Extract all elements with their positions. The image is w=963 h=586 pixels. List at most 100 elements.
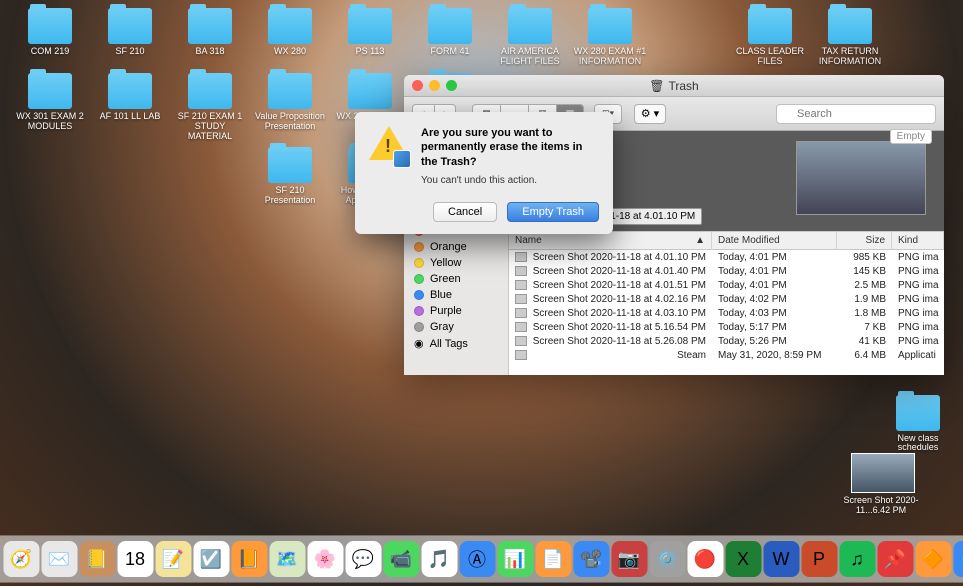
file-row[interactable]: Screen Shot 2020-11-18 at 4.01.51 PMToda… xyxy=(509,278,944,292)
dock-safari[interactable]: 🧭 xyxy=(3,541,39,577)
thumbnail-image xyxy=(851,453,915,493)
desktop-folder[interactable]: WX 301 EXAM 2 MODULES xyxy=(10,73,90,142)
file-row[interactable]: Screen Shot 2020-11-18 at 4.03.10 PMToda… xyxy=(509,306,944,320)
desktop-folder[interactable]: SF 210 Presentation xyxy=(250,147,330,206)
desktop-folder[interactable]: BA 318 xyxy=(170,8,250,67)
dock-numbers[interactable]: 📊 xyxy=(497,541,533,577)
desktop-folder[interactable]: SF 210 xyxy=(90,8,170,67)
finder-titlebar[interactable]: 🗑 Trash xyxy=(404,75,944,97)
action-menu-button[interactable]: ⚙ ▾ xyxy=(634,104,666,124)
dock-ibooks[interactable]: 📙 xyxy=(231,541,267,577)
desktop-folder[interactable]: SF 210 EXAM 1 STUDY MATERIAL xyxy=(170,73,250,142)
file-row[interactable]: SteamMay 31, 2020, 8:59 PM6.4 MBApplicat… xyxy=(509,348,944,362)
desktop-folder[interactable]: WX 280 EXAM #1 INFORMATION xyxy=(570,8,650,67)
itunes-icon: 🎵 xyxy=(428,549,450,570)
desktop-folder[interactable]: COM 219 xyxy=(10,8,90,67)
desktop-folder[interactable]: CLASS LEADER FILES xyxy=(730,8,810,67)
column-header-kind[interactable]: Kind xyxy=(892,232,944,249)
dock-photos[interactable]: 🌸 xyxy=(307,541,343,577)
dock-notes[interactable]: 📝 xyxy=(155,541,191,577)
dock-itunes[interactable]: 🎵 xyxy=(421,541,457,577)
empty-trash-toolbar-button[interactable]: Empty xyxy=(890,129,932,144)
safari-icon: 🧭 xyxy=(10,549,32,570)
sidebar-tag-yellow[interactable]: Yellow xyxy=(404,255,508,271)
dock-app1[interactable]: 📌 xyxy=(877,541,913,577)
file-row[interactable]: Screen Shot 2020-11-18 at 5.26.08 PMToda… xyxy=(509,334,944,348)
empty-trash-button[interactable]: Empty Trash xyxy=(507,202,599,222)
dock-photobooth[interactable]: 📷 xyxy=(611,541,647,577)
folder-label: COM 219 xyxy=(31,47,70,57)
dock-pages[interactable]: 📄 xyxy=(535,541,571,577)
app2-icon: 🔶 xyxy=(922,549,944,570)
file-row[interactable]: Screen Shot 2020-11-18 at 5.16.54 PMToda… xyxy=(509,320,944,334)
file-kind: PNG ima xyxy=(892,320,944,334)
sidebar-tag-orange[interactable]: Orange xyxy=(404,239,508,255)
desktop-folder[interactable]: New class schedules xyxy=(878,395,958,454)
sidebar-tag-green[interactable]: Green xyxy=(404,271,508,287)
dock-excel[interactable]: X xyxy=(725,541,761,577)
desktop-folder[interactable]: Value Proposition Presentation xyxy=(250,73,330,142)
column-header-size[interactable]: Size xyxy=(837,232,892,249)
file-size: 41 KB xyxy=(837,334,892,348)
folder-icon xyxy=(896,395,940,431)
reminders-icon: ☑️ xyxy=(200,549,222,570)
sort-indicator-icon: ▲ xyxy=(695,235,705,246)
sidebar-tag-blue[interactable]: Blue xyxy=(404,287,508,303)
cancel-button[interactable]: Cancel xyxy=(433,202,497,222)
column-header-name[interactable]: Name▲ xyxy=(509,232,712,249)
folder-icon xyxy=(508,8,552,44)
file-size: 2.5 MB xyxy=(837,278,892,292)
dock-app3[interactable]: 🔷 xyxy=(953,541,963,577)
notes-icon: 📝 xyxy=(162,549,184,570)
sidebar-tag-purple[interactable]: Purple xyxy=(404,303,508,319)
file-row[interactable]: Screen Shot 2020-11-18 at 4.01.40 PMToda… xyxy=(509,264,944,278)
file-name: Screen Shot 2020-11-18 at 5.26.08 PM xyxy=(533,336,706,347)
dock-appstore[interactable]: Ⓐ xyxy=(459,541,495,577)
dock-launchpad[interactable]: 🚀 xyxy=(0,541,1,577)
keynote-icon: 📽️ xyxy=(580,549,602,570)
dock-chrome[interactable]: 🔴 xyxy=(687,541,723,577)
desktop-folder[interactable]: TAX RETURN INFORMATION xyxy=(810,8,890,67)
dock-powerpoint[interactable]: P xyxy=(801,541,837,577)
dock-spotify[interactable]: ♫ xyxy=(839,541,875,577)
dock-messages[interactable]: 💬 xyxy=(345,541,381,577)
file-row[interactable]: Screen Shot 2020-11-18 at 4.01.10 PMToda… xyxy=(509,250,944,264)
file-name: Steam xyxy=(677,350,706,361)
file-date: Today, 4:01 PM xyxy=(712,250,837,264)
dock-keynote[interactable]: 📽️ xyxy=(573,541,609,577)
dock-mail[interactable]: ✉️ xyxy=(41,541,77,577)
file-row[interactable]: Screen Shot 2020-11-18 at 4.02.16 PMToda… xyxy=(509,292,944,306)
desktop-folder[interactable]: FORM 41 xyxy=(410,8,490,67)
file-size: 6.4 MB xyxy=(837,348,892,362)
file-date: Today, 4:03 PM xyxy=(712,306,837,320)
dock-reminders[interactable]: ☑️ xyxy=(193,541,229,577)
window-title: Trash xyxy=(669,79,699,93)
photos-icon: 🌸 xyxy=(314,549,336,570)
dock-app2[interactable]: 🔶 xyxy=(915,541,951,577)
sidebar-tag-gray[interactable]: Gray xyxy=(404,319,508,335)
zoom-button[interactable] xyxy=(446,80,457,91)
folder-icon xyxy=(28,73,72,109)
file-size: 145 KB xyxy=(837,264,892,278)
dock-facetime[interactable]: 📹 xyxy=(383,541,419,577)
folder-label: SF 210 EXAM 1 STUDY MATERIAL xyxy=(172,112,248,142)
dock-maps[interactable]: 🗺️ xyxy=(269,541,305,577)
folder-icon xyxy=(268,8,312,44)
desktop[interactable]: COM 219 SF 210BA 318WX 280PS 113FORM 41AI… xyxy=(0,0,963,586)
dock-contacts[interactable]: 📒 xyxy=(79,541,115,577)
sidebar-item-all-tags[interactable]: ◉ All Tags xyxy=(404,335,508,352)
column-header-date[interactable]: Date Modified xyxy=(712,232,837,249)
dock-preferences[interactable]: ⚙️ xyxy=(649,541,685,577)
desktop-folder[interactable]: PS 113 xyxy=(330,8,410,67)
minimize-button[interactable] xyxy=(429,80,440,91)
desktop-folder[interactable]: WX 280 xyxy=(250,8,330,67)
file-kind: PNG ima xyxy=(892,334,944,348)
close-button[interactable] xyxy=(412,80,423,91)
desktop-folder[interactable]: AIR AMERICA FLIGHT FILES xyxy=(490,8,570,67)
dock-calendar[interactable]: 18 xyxy=(117,541,153,577)
desktop-folder[interactable]: AF 101 LL LAB xyxy=(90,73,170,142)
search-input[interactable] xyxy=(776,104,936,124)
folder-label: Value Proposition Presentation xyxy=(252,112,328,132)
desktop-screenshot-file[interactable]: Screen Shot 2020-11...6.42 PM xyxy=(843,453,923,516)
dock-word[interactable]: W xyxy=(763,541,799,577)
